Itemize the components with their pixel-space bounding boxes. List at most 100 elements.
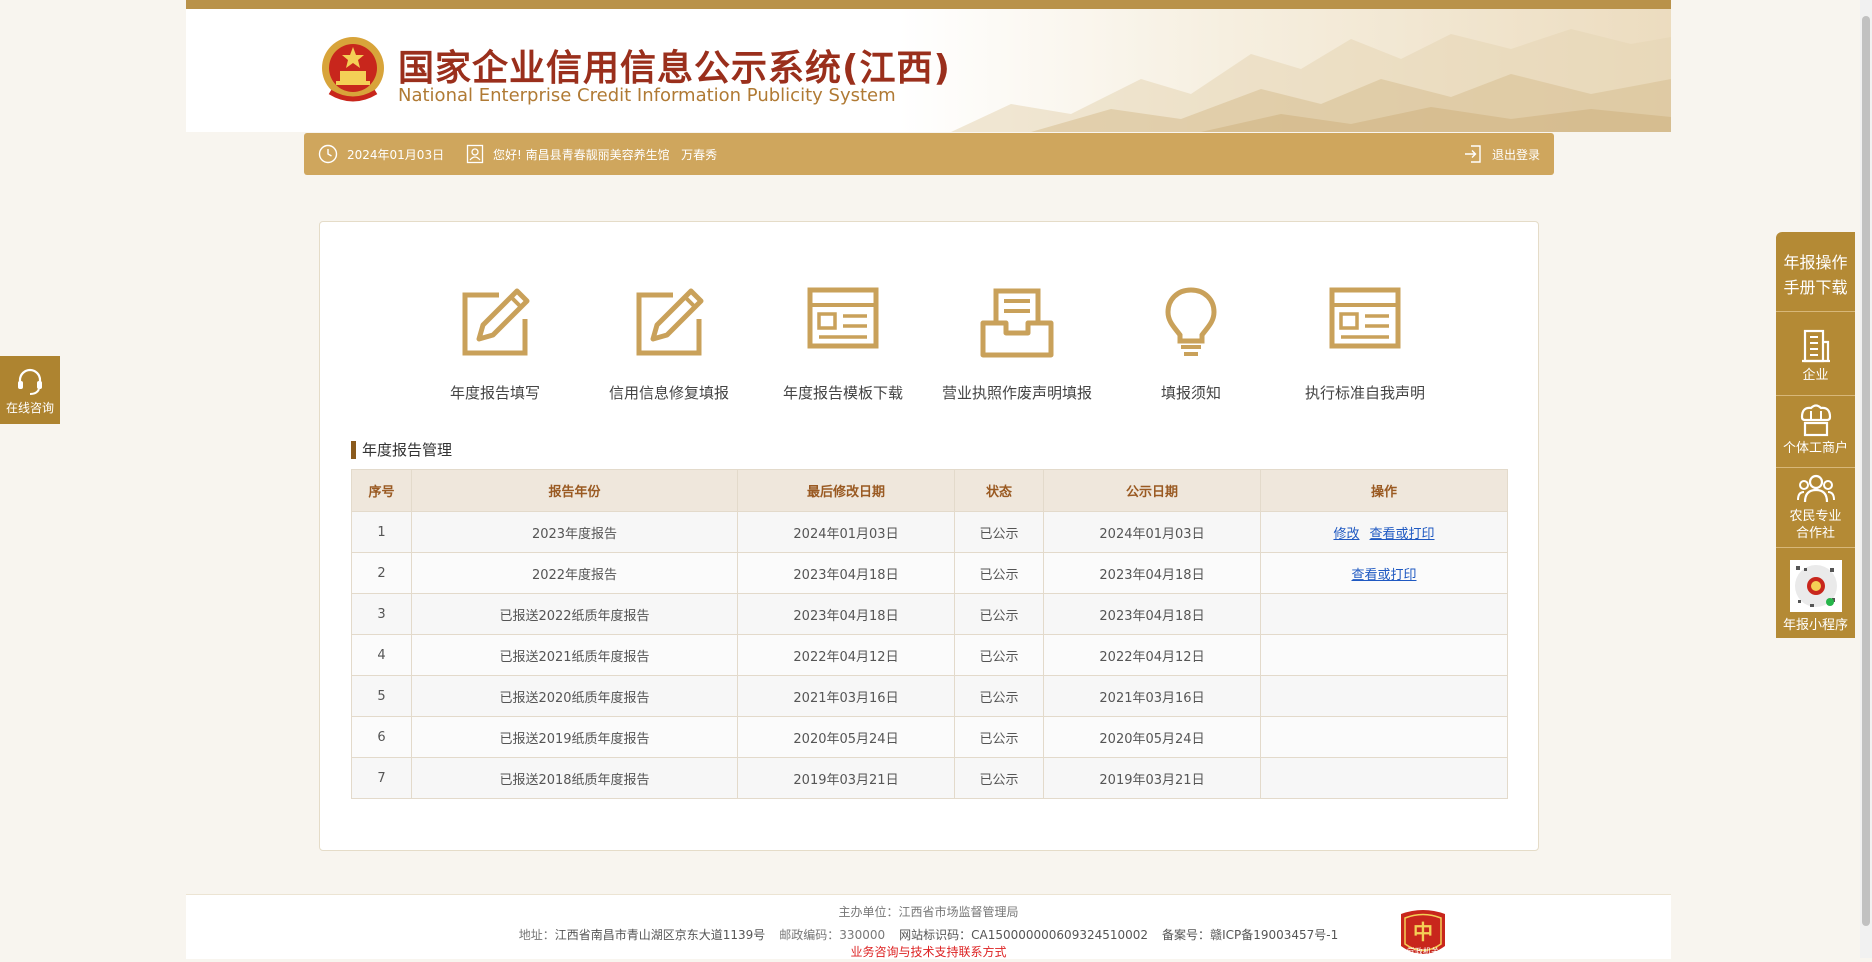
headset-icon [18, 368, 42, 395]
cell-no: 7 [351, 757, 412, 799]
cell-published: 2024年01月03日 [1043, 511, 1261, 553]
table-row: 1 2023年度报告 2024年01月03日 已公示 2024年01月03日 修… [351, 511, 1508, 553]
cell-no: 2 [351, 552, 412, 594]
credit-repair-fill-label: 信用信息修复填报 [608, 384, 729, 402]
annual-report-fill-button[interactable]: 年度报告填写 [410, 287, 580, 403]
logout-icon [1464, 145, 1481, 163]
standard-self-declaration-label: 执行标准自我声明 [1304, 384, 1425, 402]
cell-actions [1260, 593, 1508, 635]
table-row: 5 已报送2020纸质年度报告 2021年03月16日 已公示 2021年03月… [351, 675, 1508, 717]
address-label: 地址： [518, 928, 555, 942]
manual-download-button[interactable]: 年报操作手册下载 [1776, 232, 1855, 312]
cell-modified: 2020年05月24日 [737, 716, 955, 758]
clock-icon [318, 144, 338, 164]
cell-no: 5 [351, 675, 412, 717]
logout-label: 退出登录 [1491, 147, 1540, 162]
site-title: 国家企业信用信息公示系统(江西) [398, 48, 951, 89]
cell-actions: 查看或打印 [1260, 552, 1508, 594]
cell-year: 已报送2022纸质年度报告 [411, 593, 738, 635]
manual-download-label: 年报操作手册下载 [1783, 253, 1848, 297]
report-template-download-button[interactable]: 年度报告模板下载 [758, 287, 928, 403]
user-badge-icon [466, 144, 484, 164]
mini-program-label: 年报小程序 [1782, 618, 1848, 633]
edit-icon [462, 288, 530, 356]
national-emblem-icon [322, 37, 384, 102]
header-no: 序号 [351, 469, 412, 512]
cell-modified: 2024年01月03日 [737, 511, 955, 553]
lightbulb-icon [1165, 287, 1217, 356]
cell-actions [1260, 675, 1508, 717]
filing-notice-button[interactable]: 填报须知 [1106, 287, 1276, 403]
info-bar: 2024年01月03日 您好! 南昌县青春靓丽美容养生馆 万春秀 退出登录 [304, 133, 1554, 175]
main-panel: 年度报告填写 信用信息修复填报 年度报告模板下载 营业执照作废声明填报 填报须知… [319, 221, 1539, 851]
cell-year: 已报送2021纸质年度报告 [411, 634, 738, 676]
mini-program-button[interactable]: 年报小程序 [1776, 548, 1855, 638]
table-row: 2 2022年度报告 2023年04月18日 已公示 2023年04月18日 查… [351, 552, 1508, 594]
header-modified: 最后修改日期 [737, 469, 955, 512]
edit-link[interactable]: 修改 [1333, 527, 1359, 542]
mountain-illustration [951, 29, 1671, 132]
cell-published: 2022年04月12日 [1043, 634, 1261, 676]
annual-report-fill-label: 年度报告填写 [449, 384, 540, 402]
online-consult-button[interactable]: 在线咨询 [0, 356, 60, 424]
cell-actions [1260, 757, 1508, 799]
cell-published: 2019年03月21日 [1043, 757, 1261, 799]
standard-self-declaration-button[interactable]: 执行标准自我声明 [1280, 287, 1450, 403]
address-value: 江西省南昌市青山湖区京东大道1139号 [554, 928, 766, 942]
cell-modified: 2023年04月18日 [737, 552, 955, 594]
svg-text:中: 中 [1413, 920, 1433, 944]
cell-modified: 2022年04月12日 [737, 634, 955, 676]
report-template-download-label: 年度报告模板下载 [782, 384, 903, 402]
cell-modified: 2021年03月16日 [737, 675, 955, 717]
template-icon [807, 287, 879, 349]
header-year: 报告年份 [411, 469, 738, 512]
cell-published: 2021年03月16日 [1043, 675, 1261, 717]
logout-button[interactable]: 退出登录 [1463, 133, 1540, 175]
cell-no: 1 [351, 511, 412, 553]
top-accent-bar [186, 0, 1671, 9]
table-row: 4 已报送2021纸质年度报告 2022年04月12日 已公示 2022年04月… [351, 634, 1508, 676]
enterprise-label: 企业 [1802, 368, 1829, 383]
site-header: 国家企业信用信息公示系统(江西) National Enterprise Cre… [186, 9, 1671, 132]
cell-actions: 修改 查看或打印 [1260, 511, 1508, 553]
view-print-link[interactable]: 查看或打印 [1351, 568, 1416, 583]
government-badge-icon[interactable]: 中 党政机关 [1397, 906, 1449, 962]
cell-status: 已公示 [954, 675, 1044, 717]
icp-value[interactable]: 赣ICP备19003457号-1 [1210, 928, 1338, 942]
cell-published: 2020年05月24日 [1043, 716, 1261, 758]
cell-status: 已公示 [954, 593, 1044, 635]
scrollbar-thumb[interactable] [1862, 16, 1870, 926]
user-greeting: 您好! 南昌县青春靓丽美容养生馆 万春秀 [466, 133, 717, 175]
greeting-text: 您好! 南昌县青春靓丽美容养生馆 万春秀 [493, 147, 718, 162]
cell-no: 4 [351, 634, 412, 676]
right-sidebar: 年报操作手册下载 企业 个体工商户 农民专业合作社 年报小程序 [1776, 232, 1855, 638]
cell-year: 2023年度报告 [411, 511, 738, 553]
cell-status: 已公示 [954, 716, 1044, 758]
cell-actions [1260, 634, 1508, 676]
header-actions: 操作 [1260, 469, 1508, 512]
site-title-english: National Enterprise Credit Information P… [398, 85, 896, 106]
cell-no: 6 [351, 716, 412, 758]
site-footer: 主办单位：江西省市场监督管理局 地址：江西省南昌市青山湖区京东大道1139号 邮政… [186, 894, 1671, 959]
cell-status: 已公示 [954, 511, 1044, 553]
cooperative-button[interactable]: 农民专业合作社 [1776, 468, 1855, 548]
header-published: 公示日期 [1043, 469, 1261, 512]
view-print-link[interactable]: 查看或打印 [1370, 527, 1435, 542]
section-title: 年度报告管理 [351, 441, 452, 459]
enterprise-button[interactable]: 企业 [1776, 312, 1855, 396]
badge-label: 党政机关 [1407, 946, 1439, 956]
license-void-statement-button[interactable]: 营业执照作废声明填报 [932, 287, 1102, 403]
cell-no: 3 [351, 593, 412, 635]
building-icon [1801, 329, 1830, 363]
individual-business-label: 个体工商户 [1782, 441, 1848, 456]
individual-business-button[interactable]: 个体工商户 [1776, 396, 1855, 468]
date-display: 2024年01月03日 [318, 133, 444, 175]
online-consult-label: 在线咨询 [5, 401, 54, 415]
group-icon [1796, 474, 1835, 503]
shop-icon [1800, 404, 1831, 437]
header-status: 状态 [954, 469, 1044, 512]
page: 国家企业信用信息公示系统(江西) National Enterprise Cre… [186, 0, 1671, 959]
cell-status: 已公示 [954, 634, 1044, 676]
table-row: 7 已报送2018纸质年度报告 2019年03月21日 已公示 2019年03月… [351, 757, 1508, 799]
credit-repair-fill-button[interactable]: 信用信息修复填报 [584, 287, 754, 403]
